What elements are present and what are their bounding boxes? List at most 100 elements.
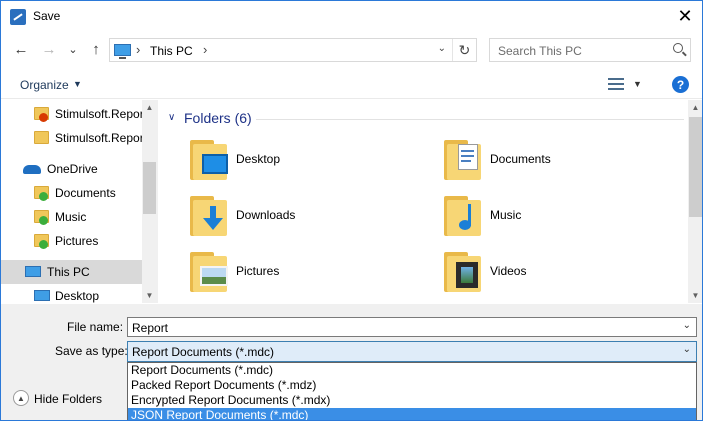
navigation-tree: Stimulsoft.Repor Stimulsoft.Repor OneDri…	[1, 100, 142, 303]
filename-input[interactable]: Report	[132, 321, 168, 335]
savetype-option[interactable]: Encrypted Report Documents (*.mdx)	[128, 393, 696, 408]
search-input[interactable]: Search This PC	[498, 44, 582, 58]
savetype-select[interactable]: Report Documents (*.mdc) ⌄	[127, 341, 697, 362]
savetype-selected-value[interactable]: Report Documents (*.mdc)	[132, 345, 274, 359]
music-folder-icon	[444, 194, 482, 238]
sidebar-scrollbar[interactable]: ▲ ▼	[142, 100, 157, 303]
scroll-up-button[interactable]: ▲	[688, 100, 702, 115]
refresh-button[interactable]: ↻	[452, 39, 476, 61]
sidebar-item-label: Music	[55, 210, 87, 224]
computer-icon	[25, 266, 41, 277]
videos-folder-icon	[444, 250, 482, 294]
filename-combobox[interactable]: Report ⌄	[127, 317, 697, 337]
scroll-down-button[interactable]: ▼	[142, 288, 157, 303]
desktop-icon	[34, 290, 50, 301]
sidebar-item-label: Stimulsoft.Repor	[55, 107, 142, 121]
search-box[interactable]: Search This PC	[489, 38, 691, 62]
back-button[interactable]: ←	[11, 39, 31, 59]
sidebar-item-onedrive[interactable]: OneDrive	[1, 157, 142, 181]
hide-folders-icon[interactable]: ▲	[13, 390, 29, 406]
savetype-label: Save as type:	[55, 344, 128, 358]
group-header[interactable]: Folders (6)	[184, 110, 252, 126]
documents-folder-icon	[444, 138, 482, 182]
folder-icon	[34, 210, 49, 225]
folder-label: Pictures	[236, 264, 280, 278]
hide-folders-button[interactable]: Hide Folders	[34, 392, 102, 406]
sidebar-item-desktop[interactable]: Desktop	[1, 284, 142, 303]
sidebar-item-stimulsoft-2[interactable]: Stimulsoft.Repor	[1, 126, 142, 150]
folder-tile-desktop[interactable]: Desktop	[188, 138, 428, 186]
folder-label: Downloads	[236, 208, 296, 222]
folder-label: Videos	[490, 264, 527, 278]
sidebar-item-label: Desktop	[55, 289, 100, 303]
organize-button[interactable]: Organize	[20, 78, 69, 92]
sidebar-item-label: This PC	[47, 265, 90, 279]
navigation-pane: Stimulsoft.Repor Stimulsoft.Repor OneDri…	[1, 100, 157, 303]
search-icon[interactable]	[673, 43, 683, 53]
scroll-up-button[interactable]: ▲	[142, 100, 157, 115]
sidebar-item-label: Stimulsoft.Repor	[55, 131, 142, 145]
folder-tile-pictures[interactable]: Pictures	[188, 250, 428, 298]
folder-icon	[34, 131, 49, 144]
address-separator[interactable]: ›	[203, 42, 207, 57]
sidebar-item-this-pc[interactable]: This PC	[1, 260, 142, 284]
app-icon	[10, 9, 26, 25]
pictures-folder-icon	[190, 250, 228, 294]
chevron-down-icon[interactable]: ▼	[73, 79, 82, 89]
chevron-down-icon[interactable]: ⌄	[683, 320, 691, 331]
group-divider	[256, 119, 684, 120]
synced-check-icon	[39, 216, 48, 225]
address-dropdown-button[interactable]: ⌄	[438, 43, 446, 54]
folder-icon	[34, 234, 49, 249]
navigation-bar: ← → ⌄ ↑ › This PC › ⌄ ↻ Search This PC	[1, 35, 702, 65]
address-bar[interactable]: › This PC › ⌄ ↻	[109, 38, 477, 62]
address-separator[interactable]: ›	[136, 42, 140, 57]
sidebar-item-label: Pictures	[55, 234, 99, 248]
address-crumb-this-pc[interactable]: This PC	[150, 44, 193, 58]
close-button[interactable]: ✕	[668, 1, 702, 31]
sidebar-item-stimulsoft-1[interactable]: Stimulsoft.Repor	[1, 102, 142, 126]
save-dialog: Save ✕ ← → ⌄ ↑ › This PC › ⌄ ↻ Search Th…	[0, 0, 703, 421]
help-icon[interactable]: ?	[672, 76, 689, 93]
desktop-folder-icon	[190, 138, 228, 182]
change-view-icon[interactable]	[608, 77, 624, 91]
sidebar-item-label: OneDrive	[47, 162, 98, 176]
view-options-chevron-icon[interactable]: ▼	[633, 79, 642, 89]
window-title: Save	[33, 9, 61, 23]
filename-label: File name:	[67, 320, 124, 334]
warning-badge-icon	[39, 113, 48, 122]
downloads-folder-icon	[190, 194, 228, 238]
folder-tile-documents[interactable]: Documents	[442, 138, 682, 186]
save-options-panel: File name: Report ⌄ Save as type: Report…	[1, 304, 702, 420]
sidebar-item-documents[interactable]: Documents	[1, 181, 142, 205]
chevron-down-icon[interactable]: ⌄	[683, 344, 691, 355]
savetype-option-highlighted[interactable]: JSON Report Documents (*.mdc)	[128, 408, 696, 420]
synced-check-icon	[39, 240, 48, 249]
folder-icon	[34, 186, 49, 201]
savetype-option[interactable]: Report Documents (*.mdc)	[128, 363, 696, 378]
command-bar: Organize ▼ ▼ ?	[1, 71, 702, 99]
folder-tile-downloads[interactable]: Downloads	[188, 194, 428, 242]
sidebar-item-label: Documents	[55, 186, 116, 200]
savetype-dropdown-list: Report Documents (*.mdc) Packed Report D…	[127, 362, 697, 420]
folder-label: Desktop	[236, 152, 281, 166]
forward-button[interactable]: →	[39, 39, 59, 59]
recent-locations-button[interactable]: ⌄	[63, 39, 83, 59]
file-list-pane: ∨ Folders (6) Desktop Documents Download…	[157, 100, 702, 303]
sidebar-item-music[interactable]: Music	[1, 205, 142, 229]
scrollbar-thumb[interactable]	[689, 117, 702, 217]
title-bar: Save ✕	[1, 1, 702, 32]
folder-icon	[34, 107, 49, 122]
computer-icon	[114, 44, 131, 59]
scrollbar-thumb[interactable]	[143, 162, 156, 214]
folder-tile-music[interactable]: Music	[442, 194, 682, 242]
sidebar-item-pictures[interactable]: Pictures	[1, 229, 142, 253]
folder-label: Documents	[490, 152, 551, 166]
scroll-down-button[interactable]: ▼	[688, 288, 702, 303]
folder-tile-videos[interactable]: Videos	[442, 250, 682, 298]
synced-check-icon	[39, 192, 48, 201]
content-scrollbar[interactable]: ▲ ▼	[688, 100, 702, 303]
up-button[interactable]: ↑	[86, 39, 106, 59]
savetype-option[interactable]: Packed Report Documents (*.mdz)	[128, 378, 696, 393]
group-collapse-icon[interactable]: ∨	[168, 112, 175, 123]
